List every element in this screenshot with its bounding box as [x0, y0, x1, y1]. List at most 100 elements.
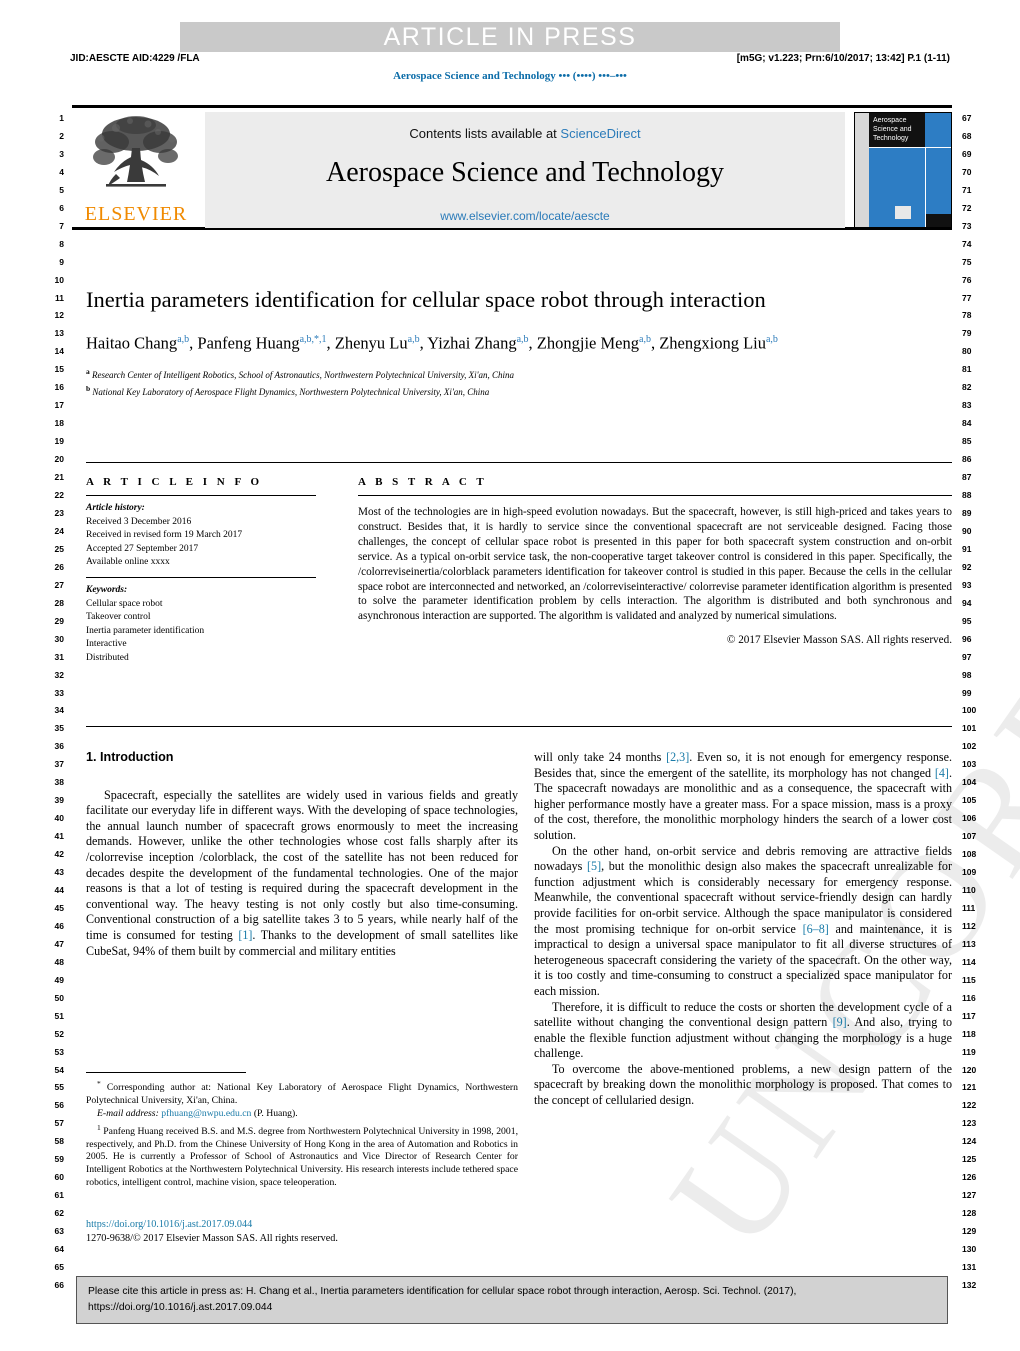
- line-number: 29: [54, 615, 64, 626]
- article-info-rule-2: [86, 576, 316, 578]
- line-number: 111: [962, 902, 976, 913]
- history-item: Received in revised form 19 March 2017: [86, 530, 243, 541]
- line-number: 84: [962, 418, 972, 429]
- line-number: 20: [54, 454, 64, 465]
- cover-block-3: [926, 148, 951, 214]
- line-number: 25: [54, 543, 64, 554]
- author-list: Haitao Changa,b, Panfeng Huanga,b,*,1, Z…: [86, 333, 778, 353]
- email-link[interactable]: pfhuang@nwpu.edu.cn: [161, 1108, 251, 1119]
- line-number: 71: [962, 184, 972, 195]
- sciencedirect-link[interactable]: ScienceDirect: [560, 126, 640, 141]
- line-number: 18: [54, 418, 64, 429]
- affiliation-b-text: National Key Laboratory of Aerospace Fli…: [92, 386, 490, 397]
- abstract-text: Most of the technologies are in high-spe…: [358, 506, 952, 623]
- elsevier-logo: ELSEVIER: [72, 112, 200, 228]
- affiliation-a-text: Research Center of Intelligent Robotics,…: [92, 369, 515, 380]
- title-block: Inertia parameters identification for ce…: [86, 286, 876, 399]
- line-number: 9: [59, 256, 64, 267]
- line-number: 126: [962, 1172, 977, 1183]
- footnote-author-bio: 1 Panfeng Huang received B.S. and M.S. d…: [86, 1123, 518, 1188]
- line-number: 114: [962, 956, 976, 967]
- contents-prefix: Contents lists available at: [409, 126, 561, 141]
- citation-ref[interactable]: [6–8]: [803, 922, 829, 936]
- line-number: 8: [59, 238, 64, 249]
- cover-spine: [855, 113, 869, 227]
- line-number: 58: [54, 1136, 64, 1147]
- body-column-left: 1. Introduction Spacecraft, especially t…: [86, 750, 518, 959]
- line-number: 96: [962, 633, 972, 644]
- body-column-right: will only take 24 months [2,3]. Even so,…: [534, 750, 952, 1109]
- line-number: 39: [54, 795, 64, 806]
- line-number: 51: [54, 1010, 64, 1021]
- citation-ref[interactable]: [2,3]: [666, 750, 689, 764]
- line-number: 116: [962, 992, 976, 1003]
- line-number: 4: [59, 166, 64, 177]
- line-number: 128: [962, 1208, 977, 1219]
- line-number: 74: [962, 238, 972, 249]
- jid-aid-label: JID:AESCTE AID:4229 /FLA: [70, 53, 200, 64]
- line-number: 17: [54, 400, 64, 411]
- line-number: 77: [962, 292, 972, 303]
- line-number: 92: [962, 561, 972, 572]
- line-number: 121: [962, 1082, 977, 1093]
- line-number: 36: [54, 741, 64, 752]
- history-item: Accepted 27 September 2017: [86, 543, 199, 554]
- line-number: 69: [962, 148, 972, 159]
- line-number: 127: [962, 1190, 977, 1201]
- article-in-press-label: ARTICLE IN PRESS: [383, 23, 637, 51]
- line-number: 112: [962, 920, 976, 931]
- journal-title: Aerospace Science and Technology: [326, 157, 724, 188]
- line-number: 105: [962, 795, 977, 806]
- line-number: 131: [962, 1262, 977, 1272]
- line-number: 53: [54, 1046, 64, 1057]
- abstract-copyright: © 2017 Elsevier Masson SAS. All rights r…: [726, 634, 952, 647]
- line-number: 3: [59, 148, 64, 159]
- line-number: 19: [54, 436, 64, 447]
- email-address-label: E-mail address:: [97, 1108, 159, 1120]
- line-number: 7: [59, 220, 64, 231]
- journal-masthead: ELSEVIER Contents lists available at Sci…: [72, 105, 952, 230]
- cover-journal-title: Aerospace Science and Technology: [873, 117, 912, 142]
- history-item: Received 3 December 2016: [86, 516, 192, 527]
- elsevier-wordmark: ELSEVIER: [84, 203, 188, 225]
- line-number: 73: [962, 220, 972, 231]
- line-number: 42: [54, 849, 64, 860]
- line-number: 75: [962, 256, 972, 267]
- cover-block-4: [926, 214, 951, 227]
- line-number: 109: [962, 867, 977, 878]
- citation-ref[interactable]: [4]: [935, 766, 949, 780]
- footnote-corresponding-author: * Corresponding author at: National Key …: [86, 1079, 519, 1106]
- line-number: 16: [54, 382, 64, 393]
- line-number: 101: [962, 723, 977, 734]
- line-number: 55: [54, 1082, 64, 1093]
- paragraph: Spacecraft, especially the satellites ar…: [86, 787, 518, 958]
- abstract-column: A B S T R A C T Most of the technologies…: [358, 476, 952, 646]
- line-number: 124: [962, 1136, 977, 1147]
- article-info-column: A R T I C L E I N F O Article history: R…: [86, 476, 336, 666]
- affiliation-a: a Research Center of Intelligent Robotic…: [86, 366, 515, 380]
- line-number: 91: [962, 543, 972, 554]
- line-number: 46: [54, 920, 64, 931]
- line-number: 2: [59, 130, 64, 141]
- doi-link[interactable]: https://doi.org/10.1016/j.ast.2017.09.04…: [86, 1218, 518, 1232]
- line-number: 85: [962, 436, 972, 447]
- footnote-email: E-mail address: pfhuang@nwpu.edu.cn (P. …: [86, 1108, 518, 1121]
- citation-ref[interactable]: [1]: [238, 928, 252, 942]
- cover-publisher-mark: [895, 206, 911, 219]
- keyword-item: Takeover control: [86, 612, 151, 623]
- journal-homepage-link[interactable]: www.elsevier.com/locate/aescte: [205, 209, 845, 223]
- line-number: 49: [54, 974, 64, 985]
- line-number: 132: [962, 1279, 977, 1290]
- line-number: 38: [54, 777, 64, 788]
- line-number: 67: [962, 113, 972, 123]
- citation-ref[interactable]: [9]: [833, 1015, 847, 1029]
- citation-ref[interactable]: [5]: [587, 859, 601, 873]
- article-history-label: Article history:: [86, 503, 145, 513]
- line-number: 83: [962, 400, 972, 411]
- contents-available-line: Contents lists available at ScienceDirec…: [205, 112, 845, 141]
- line-number: 70: [962, 166, 972, 177]
- email-owner: (P. Huang).: [253, 1108, 298, 1120]
- line-number: 10: [54, 274, 64, 285]
- line-number: 22: [54, 490, 64, 501]
- line-number: 118: [962, 1028, 976, 1039]
